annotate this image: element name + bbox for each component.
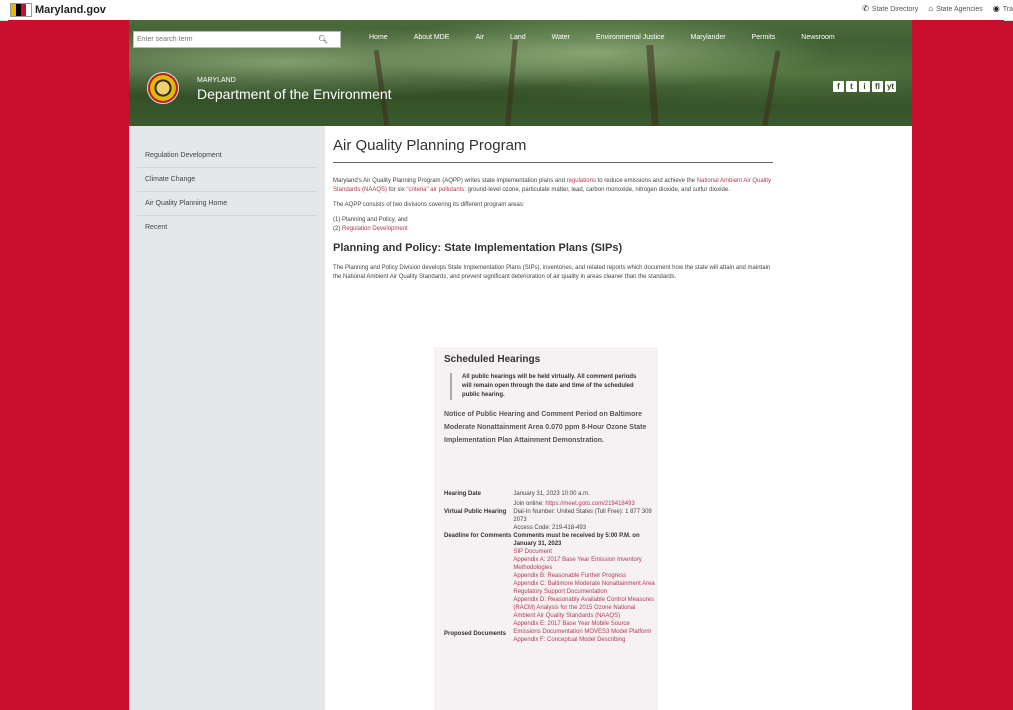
document-link[interactable]: SIP Document [513,548,658,556]
state-agencies-link[interactable]: ⌂ State Agencies [928,4,983,13]
nav-home[interactable]: Home [369,34,388,41]
main-content: Air Quality Planning Program Maryland's … [333,126,773,282]
page-background: 🔍︎ Home About MDE Air Land Water Environ… [8,20,1004,710]
tree-trunk [762,50,781,126]
phone-icon: ✆ [862,4,869,13]
regulation-development-link[interactable]: Regulation Development [342,226,408,232]
search-icon[interactable]: 🔍︎ [318,35,328,44]
top-bar: Maryland.gov ✆ State Directory ⌂ State Age… [0,0,1013,21]
virtual-hearing-label: Virtual Public Hearing [444,509,507,515]
content-wrapper: 🔍︎ Home About MDE Air Land Water Environ… [129,20,912,710]
facebook-icon[interactable]: f [833,81,844,92]
nav-water[interactable]: Water [552,34,570,41]
dept-state-label: MARYLAND [197,77,236,84]
nav-air[interactable]: Air [475,34,484,41]
sidebar-item-recent[interactable]: Recent [137,216,317,239]
hearing-date-label: Hearing Date [444,491,482,497]
dial-in-number: Dial-In Number: United States (Toll Free… [513,509,652,523]
nav-land[interactable]: Land [510,34,526,41]
virtual-hearing-note: All public hearings will be held virtual… [450,373,644,400]
header-banner: 🔍︎ Home About MDE Air Land Water Environ… [129,20,912,126]
divisions-intro: The AQPP consists of two divisions cover… [333,202,525,208]
nav-marylander[interactable]: Marylander [691,34,726,41]
virtual-hearing-value: Join online: https://meet.goto.com/21941… [513,500,658,532]
regulations-link[interactable]: regulations [567,178,596,184]
division-regulation-development: (2) Regulation Development [333,226,408,232]
deadline-value: Comments must be received by 5:00 P.M. o… [513,533,640,547]
search-input[interactable] [134,35,318,44]
criteria-pollutants-link[interactable]: "criteria" air pollutants [406,187,464,193]
sidebar-item-climate-change[interactable]: Climate Change [137,168,317,192]
document-link[interactable]: Appendix A: 2017 Base Year Emission Inve… [513,556,658,572]
youtube-icon[interactable]: yt [885,81,896,92]
sidebar: Regulation Development Climate Change Ai… [129,126,325,710]
translate-link[interactable]: ◉ Tra [993,4,1013,13]
meeting-link[interactable]: https://meet.goto.com/219418493 [545,501,634,507]
proposed-documents-list: SIP Document Appendix A: 2017 Base Year … [513,548,658,644]
maryland-gov-logo[interactable]: Maryland.gov [10,3,106,17]
sidebar-item-regulation-development[interactable]: Regulation Development [137,144,317,168]
division-list: (1) Planning and Policy, and (2) Regulat… [333,216,773,234]
building-icon: ⌂ [928,4,934,13]
maryland-flag-icon [10,3,32,17]
social-links: f t i fl yt [833,81,896,92]
mde-seal-icon[interactable] [147,72,179,104]
nav-permits[interactable]: Permits [752,34,776,41]
table-row: Deadline for Comments Comments must be r… [444,532,658,548]
instagram-icon[interactable]: i [859,81,870,92]
page-title: Air Quality Planning Program [333,137,773,163]
tree-trunk [505,39,518,126]
tree-trunk [646,44,659,126]
document-link[interactable]: Appendix C: Baltimore Moderate Nonattain… [513,580,658,596]
hearing-date-value[interactable]: January 31, 2023 10:00 a.m. [513,490,658,498]
proposed-documents-label: Proposed Documents [444,631,507,637]
division-planning-policy: (1) Planning and Policy, and [333,217,408,223]
sidebar-item-air-quality-planning-home[interactable]: Air Quality Planning Home [137,192,317,216]
twitter-icon[interactable]: t [846,81,857,92]
scheduled-hearings-box: Scheduled Hearings All public hearings w… [434,347,658,710]
hearing-notice: Notice of Public Hearing and Comment Per… [444,411,647,444]
dept-name[interactable]: Department of the Environment [197,86,392,102]
deadline-label: Deadline for Comments [444,533,512,539]
globe-icon: ◉ [992,4,1000,13]
search-box: 🔍︎ [133,31,341,48]
section-heading: Planning and Policy: State Implementatio… [333,242,623,254]
table-row: Proposed Documents SIP Document Appendix… [444,548,658,644]
nav-environmental-justice[interactable]: Environmental Justice [596,34,664,41]
hearing-details-table: Hearing Date January 31, 2023 10:00 a.m.… [444,490,658,644]
top-links: ✆ State Directory ⌂ State Agencies ◉ Tra [862,4,1013,13]
document-link[interactable]: Appendix F: Conceptual Model Describing [513,636,658,644]
section-body: The Planning and Policy Division develop… [333,265,771,280]
document-link[interactable]: Appendix B: Reasonable Further Progress [513,572,658,580]
logo-text: Maryland.gov [35,4,106,16]
table-row: Hearing Date January 31, 2023 10:00 a.m. [444,490,658,498]
intro-paragraph: Maryland's Air Quality Planning Program … [333,178,772,193]
document-link[interactable]: Appendix D: Reasonably Available Control… [513,596,658,620]
nav-about-mde[interactable]: About MDE [414,34,450,41]
hearings-title: Scheduled Hearings [444,354,541,365]
document-link[interactable]: Appendix E: 2017 Base Year Mobile Source… [513,620,658,636]
flickr-icon[interactable]: fl [872,81,883,92]
main-nav: Home About MDE Air Land Water Environmen… [369,34,861,41]
state-directory-link[interactable]: ✆ State Directory [862,4,918,13]
nav-newsroom[interactable]: Newsroom [801,34,834,41]
access-code: Access Code: 219-418-493 [513,525,587,531]
table-row: Virtual Public Hearing Join online: http… [444,500,658,532]
